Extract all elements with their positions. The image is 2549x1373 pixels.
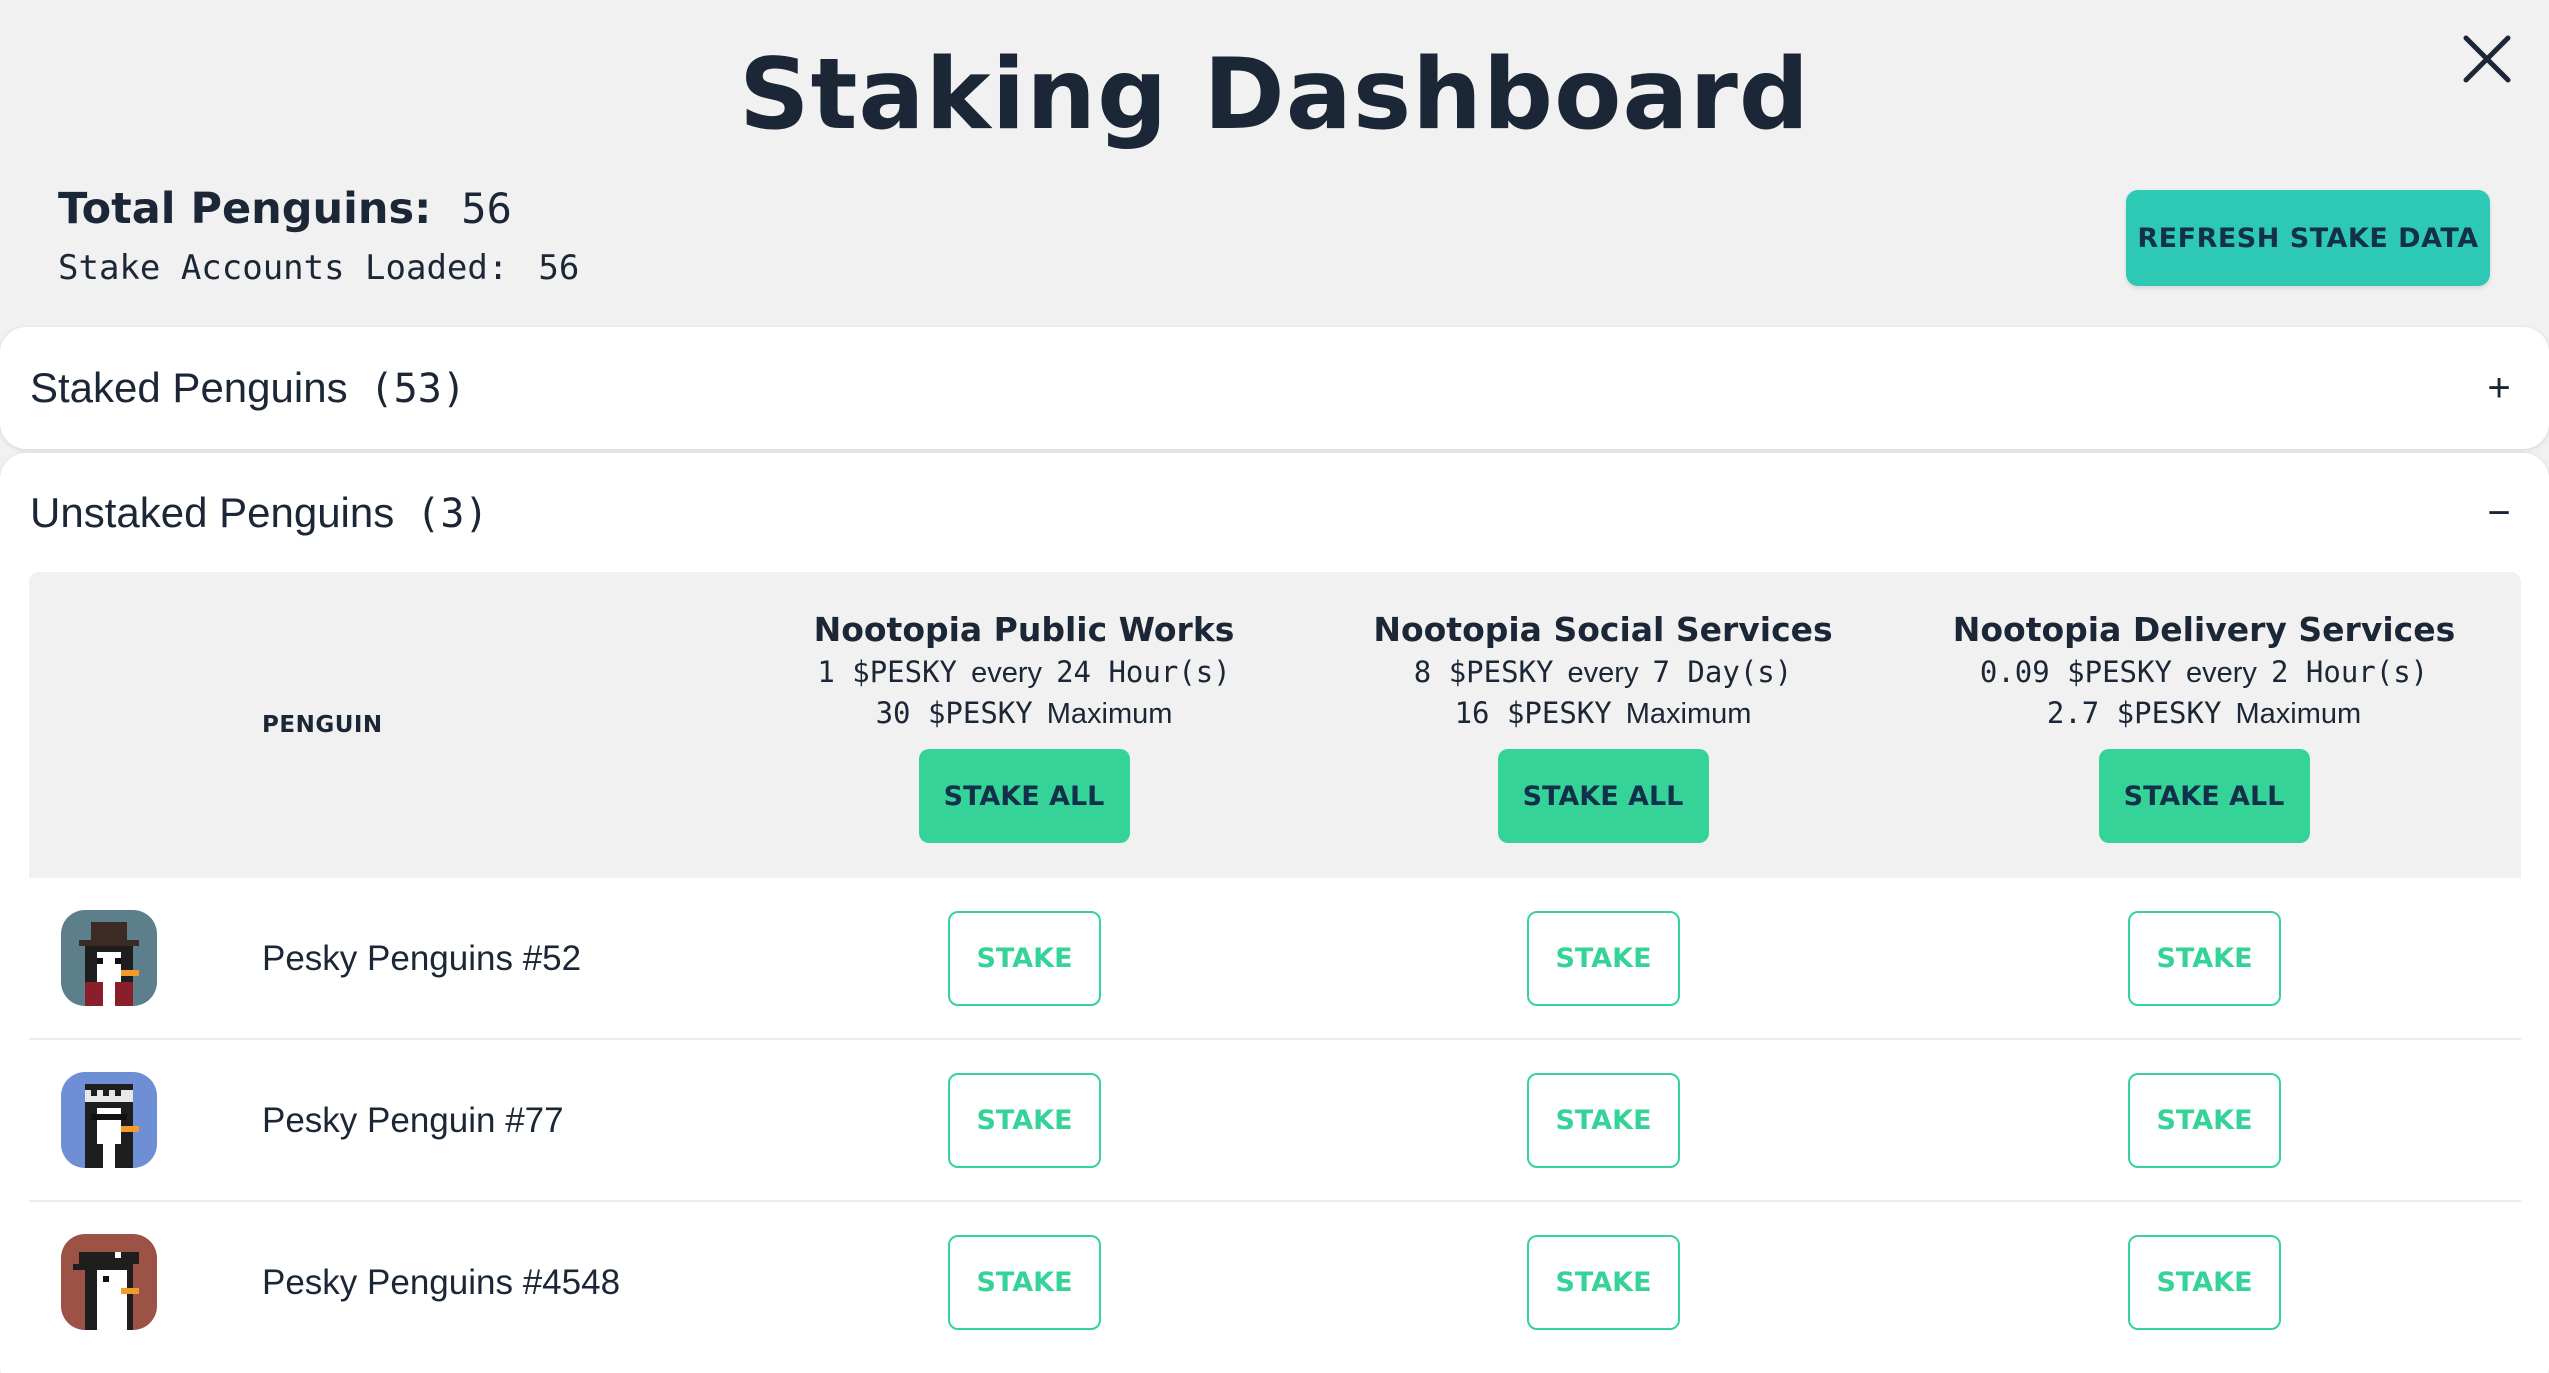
stake-button-social-services[interactable]: STAKE	[1527, 911, 1680, 1006]
table-row: Pesky Penguins #52 STAKE STAKE STAKE	[29, 878, 2521, 1040]
unstaked-penguins-accordion-header[interactable]: Unstaked Penguins (3) −	[0, 453, 2549, 573]
stake-button-delivery-services[interactable]: STAKE	[2128, 1073, 2281, 1168]
staked-penguins-title: Staked Penguins (53)	[30, 364, 466, 412]
table-row: Pesky Penguins #4548 STAKE STAKE STAKE	[29, 1202, 2521, 1364]
stake-accounts-value: 56	[538, 248, 580, 288]
total-penguins-value: 56	[461, 184, 512, 233]
column-delivery-services: Nootopia Delivery Services 0.09 $PESKY e…	[1924, 610, 2484, 843]
column-maximum: 2.7 $PESKY Maximum	[2046, 696, 2362, 730]
column-rate: 0.09 $PESKY every 2 Hour(s)	[1979, 655, 2429, 689]
unstaked-penguins-count: (3)	[416, 491, 489, 537]
staked-penguins-label: Staked Penguins	[30, 364, 348, 411]
table-header: PENGUIN Nootopia Public Works 1 $PESKY e…	[29, 572, 2521, 878]
column-maximum: 16 $PESKY Maximum	[1454, 696, 1752, 730]
page-title: Staking Dashboard	[738, 38, 1811, 152]
penguin-headband-sunglasses-avatar	[61, 1072, 157, 1168]
column-name: Nootopia Delivery Services	[1952, 610, 2456, 649]
staked-penguins-accordion-header[interactable]: Staked Penguins (53) +	[0, 327, 2549, 449]
refresh-stake-data-button[interactable]: REFRESH STAKE DATA	[2126, 190, 2490, 286]
column-social-services: Nootopia Social Services 8 $PESKY every …	[1323, 610, 1883, 843]
column-public-works: Nootopia Public Works 1 $PESKY every 24 …	[744, 610, 1304, 843]
column-name: Nootopia Public Works	[813, 610, 1235, 649]
stake-all-button-social-services[interactable]: STAKE ALL	[1497, 749, 1709, 843]
column-maximum: 30 $PESKY Maximum	[875, 696, 1173, 730]
penguin-name: Pesky Penguins #4548	[262, 1263, 621, 1302]
staked-penguins-count: (53)	[369, 366, 466, 412]
close-icon	[2463, 35, 2511, 83]
expand-plus-icon[interactable]: +	[2479, 366, 2519, 411]
table-row: Pesky Penguin #77 STAKE STAKE STAKE	[29, 1040, 2521, 1202]
stake-button-delivery-services[interactable]: STAKE	[2128, 911, 2281, 1006]
stake-button-public-works[interactable]: STAKE	[948, 1073, 1101, 1168]
staking-modal: Staking Dashboard Total Penguins: 56 Sta…	[0, 0, 2549, 1373]
stake-all-button-delivery-services[interactable]: STAKE ALL	[2098, 749, 2310, 843]
unstaked-penguins-label: Unstaked Penguins	[30, 489, 395, 536]
collapse-minus-icon[interactable]: −	[2479, 491, 2519, 536]
close-button[interactable]	[2458, 30, 2516, 88]
penguin-pirate-bandana-avatar	[61, 1234, 157, 1330]
column-name: Nootopia Social Services	[1373, 610, 1833, 649]
stake-all-button-public-works[interactable]: STAKE ALL	[918, 749, 1130, 843]
stake-accounts-label: Stake Accounts Loaded:	[58, 248, 509, 288]
penguin-witch-hat-avatar	[61, 910, 157, 1006]
stake-button-delivery-services[interactable]: STAKE	[2128, 1235, 2281, 1330]
stake-button-social-services[interactable]: STAKE	[1527, 1235, 1680, 1330]
penguin-name: Pesky Penguin #77	[262, 1101, 564, 1140]
penguin-column-header: PENGUIN	[262, 712, 383, 738]
column-rate: 8 $PESKY every 7 Day(s)	[1413, 655, 1793, 689]
column-rate: 1 $PESKY every 24 Hour(s)	[817, 655, 1231, 689]
staking-summary: Total Penguins: 56 Stake Accounts Loaded…	[58, 184, 579, 288]
unstaked-penguins-accordion: Unstaked Penguins (3) − PENGUIN Nootopia…	[0, 453, 2549, 1373]
stake-accounts-loaded: Stake Accounts Loaded: 56	[58, 248, 579, 288]
penguin-name: Pesky Penguins #52	[262, 939, 582, 978]
unstaked-penguins-table: PENGUIN Nootopia Public Works 1 $PESKY e…	[29, 572, 2521, 1364]
total-penguins-label: Total Penguins:	[58, 184, 432, 234]
stake-button-public-works[interactable]: STAKE	[948, 1235, 1101, 1330]
stake-button-public-works[interactable]: STAKE	[948, 911, 1101, 1006]
total-penguins: Total Penguins: 56	[58, 184, 579, 234]
unstaked-penguins-title: Unstaked Penguins (3)	[30, 489, 489, 537]
stake-button-social-services[interactable]: STAKE	[1527, 1073, 1680, 1168]
